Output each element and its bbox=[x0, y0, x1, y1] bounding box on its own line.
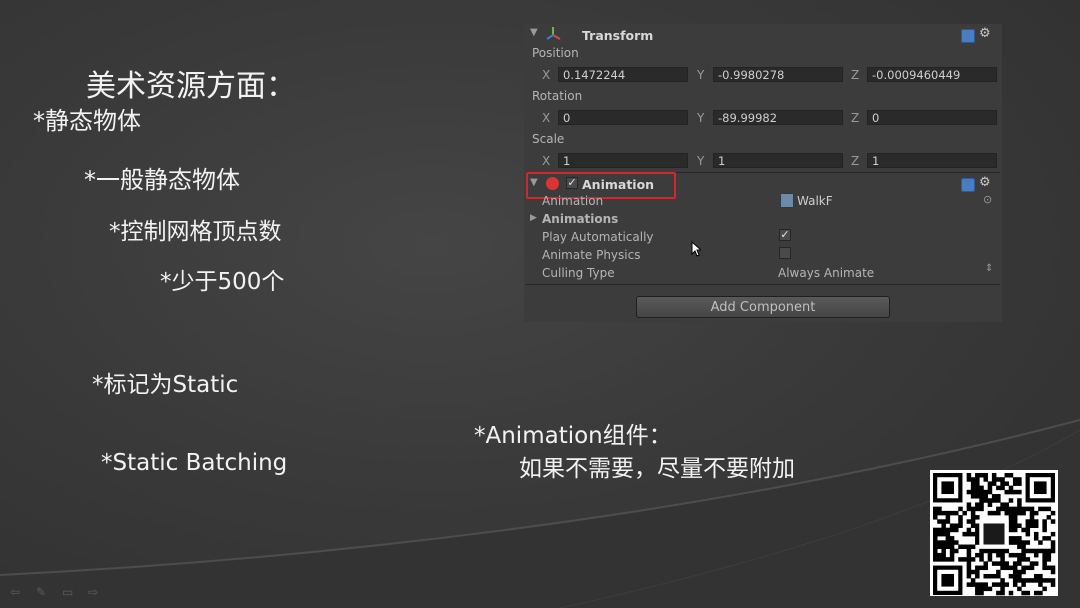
bullet-general-static: *一般静态物体 bbox=[84, 166, 240, 194]
animations-label[interactable]: Animations bbox=[542, 212, 618, 226]
rotation-z-field[interactable]: 0 bbox=[867, 110, 997, 125]
previous-slide-icon[interactable]: ⇦ bbox=[10, 586, 24, 598]
presentation-slide: 美术资源方面： *静态物体 *一般静态物体 *控制网格顶点数 *少于500个 *… bbox=[0, 0, 1080, 608]
animation-clip-icon bbox=[780, 193, 794, 208]
bullet-less-than-500: *少于500个 bbox=[160, 269, 285, 295]
position-x-label: X bbox=[542, 68, 551, 82]
qr-code-pattern bbox=[933, 473, 1056, 596]
rotation-y-field[interactable]: -89.99982 bbox=[713, 110, 843, 125]
next-slide-icon[interactable]: ⇨ bbox=[88, 586, 102, 598]
position-z-label: Z bbox=[851, 68, 860, 82]
slide-menu-icon[interactable]: ▭ bbox=[62, 586, 76, 598]
gear-icon[interactable]: ⚙ bbox=[979, 26, 991, 41]
object-picker-icon[interactable]: ⊙ bbox=[983, 193, 992, 206]
position-y-label: Y bbox=[697, 68, 705, 82]
animate-physics-label: Animate Physics bbox=[542, 248, 641, 262]
mouse-cursor-icon bbox=[691, 241, 701, 257]
slide-title: 美术资源方面： bbox=[86, 69, 296, 104]
play-automatically-checkbox[interactable]: ✓ bbox=[779, 229, 791, 241]
scale-y-label: Y bbox=[697, 154, 705, 168]
animation-clip-value[interactable]: WalkF bbox=[797, 194, 833, 208]
bullet-mark-static: *标记为Static bbox=[92, 372, 239, 398]
dropdown-arrows-icon[interactable]: ⇕ bbox=[985, 263, 993, 274]
position-label: Position bbox=[532, 46, 579, 60]
qr-code bbox=[930, 470, 1058, 596]
rotation-x-label: X bbox=[542, 111, 551, 125]
position-z-field[interactable]: -0.0009460449 bbox=[867, 67, 997, 82]
scale-x-field[interactable]: 1 bbox=[558, 153, 688, 168]
animations-foldout-arrow-icon[interactable]: ▶ bbox=[530, 213, 537, 223]
scale-label: Scale bbox=[532, 132, 565, 146]
position-y-field[interactable]: -0.9980278 bbox=[713, 67, 843, 82]
help-book-icon[interactable] bbox=[961, 29, 975, 43]
pen-icon[interactable]: ✎ bbox=[36, 586, 50, 598]
component-separator bbox=[526, 284, 1000, 285]
scale-z-field[interactable]: 1 bbox=[867, 153, 997, 168]
help-book-icon[interactable] bbox=[961, 178, 975, 192]
transform-title: Transform bbox=[582, 28, 654, 43]
bullet-animation-component: *Animation组件： bbox=[474, 423, 672, 449]
bullet-static-objects: *静态物体 bbox=[33, 107, 141, 135]
transform-axes-icon bbox=[546, 27, 561, 40]
bullet-animation-advice: 如果不需要，尽量不要附加 bbox=[519, 456, 795, 482]
animation-clip-label: Animation bbox=[542, 194, 604, 208]
scale-x-label: X bbox=[542, 154, 551, 168]
animate-physics-checkbox[interactable] bbox=[779, 247, 791, 259]
scale-y-field[interactable]: 1 bbox=[713, 153, 843, 168]
bullet-static-batching: *Static Batching bbox=[101, 450, 288, 476]
rotation-y-label: Y bbox=[697, 111, 705, 125]
transform-header[interactable]: ▼ Transform ⚙ bbox=[524, 26, 1002, 44]
scale-z-label: Z bbox=[851, 154, 860, 168]
bullet-control-vertices: *控制网格顶点数 bbox=[109, 219, 282, 245]
rotation-x-field[interactable]: 0 bbox=[558, 110, 688, 125]
rotation-label: Rotation bbox=[532, 89, 583, 103]
add-component-button[interactable]: Add Component bbox=[636, 296, 890, 318]
unity-inspector-panel: ▼ Transform ⚙ Position X 0.1472244 Y -0.… bbox=[524, 24, 1002, 322]
gear-icon[interactable]: ⚙ bbox=[979, 175, 991, 190]
play-automatically-label: Play Automatically bbox=[542, 230, 654, 244]
culling-type-label: Culling Type bbox=[542, 266, 615, 280]
culling-type-dropdown[interactable]: Always Animate bbox=[778, 266, 874, 280]
foldout-arrow-icon[interactable]: ▼ bbox=[530, 27, 538, 38]
position-x-field[interactable]: 0.1472244 bbox=[558, 67, 688, 82]
rotation-z-label: Z bbox=[851, 111, 860, 125]
